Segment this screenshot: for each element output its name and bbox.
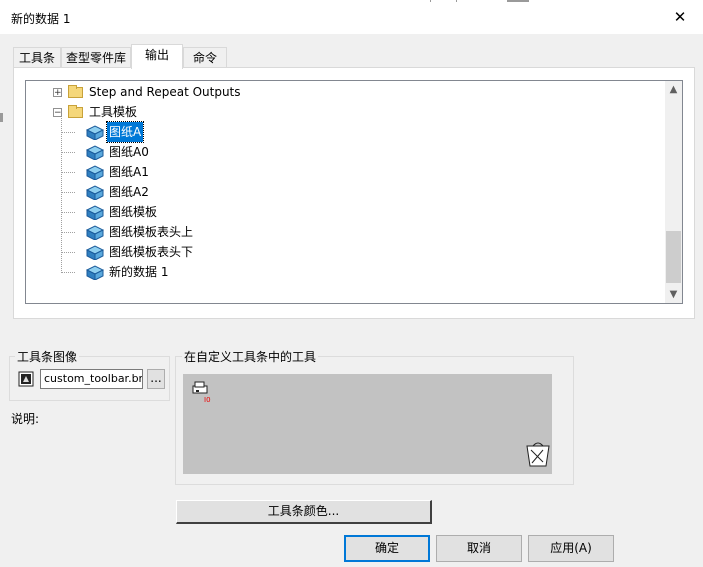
expand-icon[interactable]: + <box>53 88 62 98</box>
tree-node-label: 工具模板 <box>89 105 138 119</box>
tree-node-label: 图纸A0 <box>109 145 149 159</box>
scroll-down-icon[interactable]: ▼ <box>665 286 682 303</box>
description-label: 说明: <box>11 412 40 426</box>
printer-tool-icon[interactable]: I0 <box>191 380 215 404</box>
output-tab-panel: + Step and Repeat Outputs − 工具模板 图纸A 图纸A… <box>13 67 695 319</box>
background-window-edge <box>0 113 3 122</box>
background-window-edge <box>430 0 431 2</box>
tab-part-library[interactable]: 查型零件库 <box>61 47 131 67</box>
toolbar-bitmap-field[interactable]: custom_toolbar.bmp <box>40 369 143 389</box>
window-title: 新的数据 1 <box>11 12 71 26</box>
drawing-template-icon <box>86 225 104 240</box>
tree-node-label: 图纸模板表头上 <box>109 225 194 239</box>
tree-node-label: 图纸模板表头下 <box>109 245 194 259</box>
folder-icon <box>68 105 83 118</box>
folder-icon <box>68 85 83 98</box>
drawing-template-icon <box>86 245 104 260</box>
tree-node-label: 新的数据 1 <box>109 265 169 279</box>
custom-tools-area[interactable]: I0 <box>183 374 552 474</box>
drawing-template-icon <box>86 165 104 180</box>
apply-button[interactable]: 应用(A) <box>528 535 614 562</box>
background-window-edge <box>456 0 457 2</box>
tree-node[interactable]: + Step and Repeat Outputs <box>26 82 656 102</box>
tree-node[interactable]: 图纸A0 <box>26 142 656 162</box>
tree-node[interactable]: 图纸模板表头上 <box>26 222 656 242</box>
tree-node-label: Step and Repeat Outputs <box>89 85 241 99</box>
tree-node[interactable]: 图纸A2 <box>26 182 656 202</box>
tree-node[interactable]: 图纸A <box>26 121 656 143</box>
tree-node[interactable]: − 工具模板 <box>26 102 656 122</box>
tree-node-label: 图纸A2 <box>109 185 149 199</box>
tab-commands[interactable]: 命令 <box>183 47 227 67</box>
tree-node-label: 图纸A1 <box>109 165 149 179</box>
tab-toolbar[interactable]: 工具条 <box>13 47 61 67</box>
drawing-template-icon <box>86 265 104 280</box>
close-button[interactable]: ✕ <box>657 0 703 34</box>
trash-icon[interactable] <box>523 438 553 470</box>
output-tree[interactable]: + Step and Repeat Outputs − 工具模板 图纸A 图纸A… <box>25 80 683 304</box>
toolbar-color-button[interactable]: 工具条颜色... <box>176 500 432 524</box>
scroll-up-icon[interactable]: ▲ <box>665 81 682 98</box>
drawing-template-icon <box>86 145 104 160</box>
browse-button[interactable]: ... <box>147 369 165 389</box>
tree-node[interactable]: 图纸模板 <box>26 202 656 222</box>
tab-output[interactable]: 输出 <box>131 44 183 69</box>
tree-node[interactable]: 图纸模板表头下 <box>26 242 656 262</box>
toolbar-image-group-label: 工具条图像 <box>15 348 80 365</box>
ok-button[interactable]: 确定 <box>344 535 430 562</box>
drawing-template-icon <box>86 205 104 220</box>
svg-text:I0: I0 <box>204 396 211 404</box>
tree-scrollbar[interactable]: ▲ ▼ <box>665 81 682 303</box>
drawing-template-icon <box>86 125 104 140</box>
title-bar: 新的数据 1 ✕ <box>0 0 703 34</box>
bitmap-icon <box>18 371 34 387</box>
collapse-icon[interactable]: − <box>53 108 62 118</box>
close-icon: ✕ <box>673 8 687 26</box>
cancel-button[interactable]: 取消 <box>436 535 522 562</box>
custom-tools-group-label: 在自定义工具条中的工具 <box>182 348 319 365</box>
drawing-template-icon <box>86 185 104 200</box>
background-window-edge <box>507 0 529 2</box>
tree-node-label: 图纸A <box>105 121 145 143</box>
tree-node-label: 图纸模板 <box>109 205 158 219</box>
tree-node[interactable]: 图纸A1 <box>26 162 656 182</box>
tree-node[interactable]: 新的数据 1 <box>26 262 656 282</box>
scrollbar-thumb[interactable] <box>666 231 681 283</box>
